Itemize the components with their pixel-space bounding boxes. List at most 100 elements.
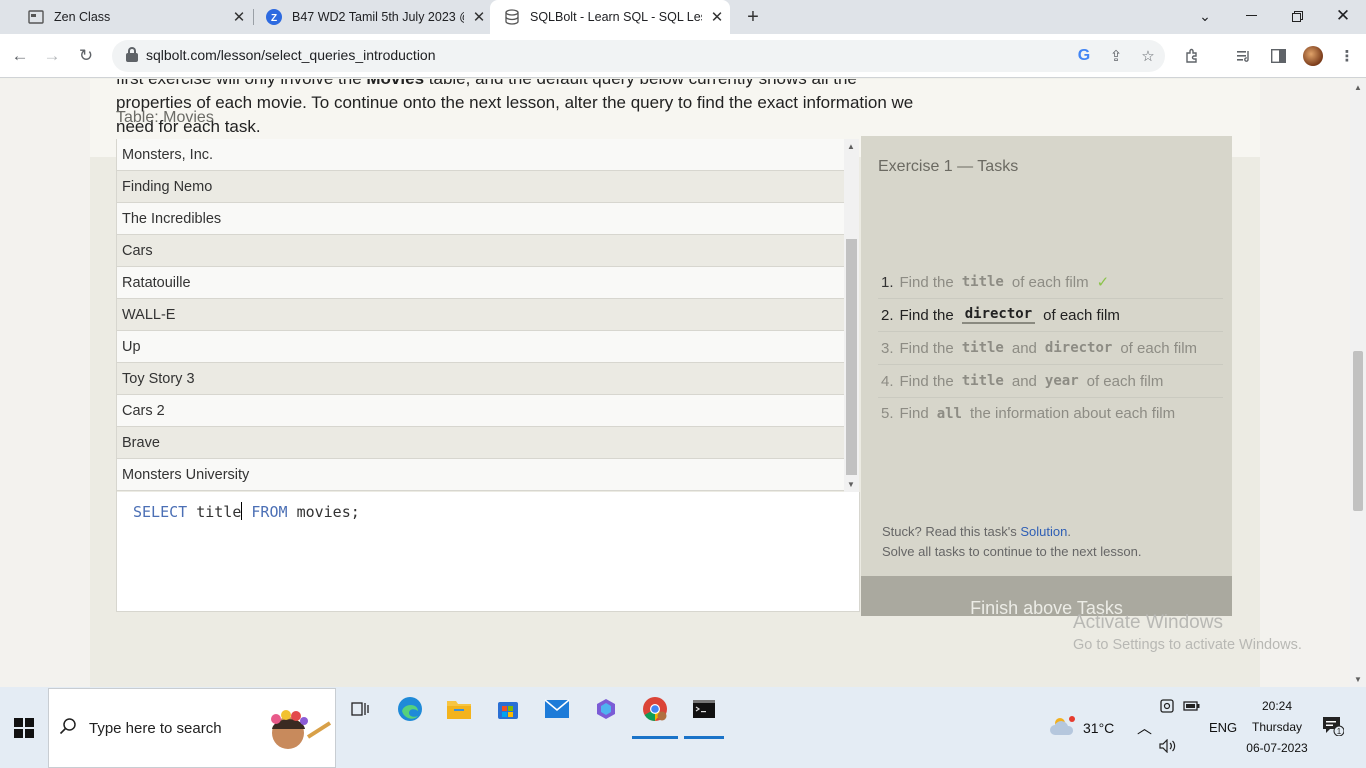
table-row: The Incredibles	[117, 203, 844, 235]
tasks-title: Exercise 1 — Tasks	[878, 158, 1019, 175]
edge-browser-icon[interactable]	[393, 692, 427, 726]
sqlbolt-favicon-icon	[504, 9, 520, 25]
battery-plug-icon[interactable]	[1183, 700, 1201, 715]
zoom-favicon-icon: Z	[266, 9, 282, 25]
google-lens-icon[interactable]: G	[1072, 44, 1096, 68]
activate-windows-subtext: Go to Settings to activate Windows.	[1073, 637, 1302, 653]
page-scroll-thumb[interactable]	[1353, 351, 1363, 511]
table-row: Finding Nemo	[117, 171, 844, 203]
tab-search-chevron-icon[interactable]: ⌄	[1182, 0, 1228, 32]
forward-arrow-icon[interactable]: →	[38, 42, 66, 70]
search-placeholder[interactable]: Type here to search	[89, 720, 222, 737]
zen-class-favicon-icon	[28, 9, 44, 25]
close-tab-icon[interactable]: ✕	[708, 8, 726, 26]
media-control-icon[interactable]	[1230, 42, 1258, 70]
lock-icon[interactable]	[126, 47, 138, 62]
meet-now-icon[interactable]	[1160, 699, 1174, 716]
movies-bold: Movies	[366, 79, 424, 88]
tab-title: B47 WD2 Tamil 5th July 2023 @	[292, 10, 464, 24]
table-row: WALL-E	[117, 299, 844, 331]
search-highlight-doodle-icon[interactable]	[262, 707, 334, 751]
new-tab-button[interactable]: +	[739, 3, 767, 31]
table-scroll-thumb[interactable]	[846, 239, 857, 475]
tab-divider	[253, 9, 254, 25]
file-explorer-icon[interactable]	[442, 692, 476, 726]
minimize-button[interactable]	[1228, 0, 1274, 32]
page-scroll-down-icon[interactable]: ▼	[1354, 675, 1362, 684]
task-item-5: 5. Find all the information about each film	[881, 405, 1176, 422]
chrome-menu-icon[interactable]: ⋮	[1333, 42, 1361, 70]
close-tab-icon[interactable]: ✕	[230, 8, 248, 26]
table-row: Toy Story 3	[117, 363, 844, 395]
svg-text:Z: Z	[271, 13, 277, 24]
table-row: Monsters University	[117, 459, 844, 491]
share-icon[interactable]: ⇪	[1104, 44, 1128, 68]
text-cursor	[241, 502, 243, 520]
table-label: Table: Movies	[116, 109, 214, 126]
table-row: Monsters, Inc.	[117, 139, 844, 171]
copilot-app-icon[interactable]	[589, 692, 623, 726]
side-panel-icon[interactable]	[1264, 42, 1292, 70]
terminal-icon[interactable]	[687, 692, 721, 726]
mail-icon[interactable]	[540, 692, 574, 726]
search-icon	[59, 717, 77, 740]
tab-zen-class[interactable]: Zen Class ✕	[16, 0, 248, 34]
restore-button[interactable]	[1274, 0, 1320, 32]
speaker-volume-icon[interactable]	[1159, 738, 1177, 756]
table-row: Cars 2	[117, 395, 844, 427]
profile-avatar[interactable]	[1303, 46, 1323, 66]
chrome-active-indicator	[632, 736, 678, 739]
task-item-4: 4. Find the title and year of each film	[878, 365, 1223, 398]
chrome-icon[interactable]	[638, 692, 672, 726]
sql-query-text[interactable]: SELECT title FROM movies;	[133, 502, 360, 521]
tab-sqlbolt[interactable]: SQLBolt - Learn SQL - SQL Less ✕	[490, 0, 730, 34]
reload-icon[interactable]: ↻	[72, 42, 100, 70]
terminal-active-indicator	[684, 736, 724, 739]
table-row: Brave	[117, 427, 844, 459]
checkmark-icon: ✓	[1096, 274, 1110, 291]
extensions-puzzle-icon[interactable]	[1178, 42, 1206, 70]
back-arrow-icon[interactable]: ←	[6, 42, 34, 70]
table-scrollbar[interactable]: ▲ ▼	[844, 139, 859, 492]
table-row: Cars	[117, 235, 844, 267]
language-indicator[interactable]: ENG	[1209, 720, 1237, 735]
sql-query-editor[interactable]: SELECT title FROM movies;	[116, 492, 860, 612]
page-scrollbar[interactable]: ▲ ▼	[1350, 79, 1366, 687]
task-view-icon[interactable]	[343, 692, 377, 726]
finish-tasks-button[interactable]: Finish above Tasks	[861, 576, 1232, 616]
taskbar-clock[interactable]: 20:24 Thursday 06-07-2023	[1240, 696, 1314, 759]
movies-table: Monsters, Inc. Finding Nemo The Incredib…	[116, 139, 844, 492]
notification-center-icon[interactable]: 1	[1322, 716, 1345, 737]
clock-date: 06-07-2023	[1246, 741, 1308, 755]
close-tab-icon[interactable]: ✕	[470, 8, 488, 26]
microsoft-store-icon[interactable]	[491, 692, 525, 726]
solution-link[interactable]: Solution	[1020, 524, 1067, 539]
tab-title: SQLBolt - Learn SQL - SQL Less	[530, 10, 702, 24]
weather-temp[interactable]: 31°C	[1083, 720, 1114, 736]
tab-title: Zen Class	[54, 10, 111, 24]
windows-start-icon[interactable]	[14, 718, 34, 738]
clock-day: Thursday	[1251, 720, 1303, 734]
url-text[interactable]: sqlbolt.com/lesson/select_queries_introd…	[146, 47, 436, 63]
task-item-1: 1. Find the title of each film ✓	[878, 266, 1223, 299]
sql-keyword-from: FROM	[251, 503, 288, 521]
close-window-button[interactable]: ✕	[1320, 0, 1366, 32]
sql-table: movies;	[296, 503, 360, 521]
scroll-down-arrow-icon[interactable]: ▼	[847, 480, 855, 489]
task-item-3: 3. Find the title and director of each film	[878, 332, 1223, 365]
task-item-2: 2. Find the director of each film	[878, 299, 1223, 332]
bookmark-star-icon[interactable]: ☆	[1136, 44, 1160, 68]
lesson-intro-text: first exercise will only involve the Mov…	[116, 79, 956, 139]
page-scroll-up-icon[interactable]: ▲	[1354, 83, 1362, 92]
tab-b47-wd2[interactable]: Z B47 WD2 Tamil 5th July 2023 @ ✕	[256, 0, 488, 34]
table-row: Up	[117, 331, 844, 363]
notification-count: 1	[1337, 727, 1342, 736]
weather-cloud-icon[interactable]	[1049, 715, 1077, 740]
tray-overflow-chevron-icon[interactable]: ︿	[1137, 717, 1152, 738]
table-row: Ratatouille	[117, 267, 844, 299]
stuck-hint: Stuck? Read this task's Solution. Solve …	[882, 524, 1142, 559]
sql-column: title	[196, 503, 242, 521]
clock-time: 20:24	[1261, 699, 1293, 713]
scroll-up-arrow-icon[interactable]: ▲	[847, 142, 855, 151]
sql-keyword-select: SELECT	[133, 503, 188, 521]
